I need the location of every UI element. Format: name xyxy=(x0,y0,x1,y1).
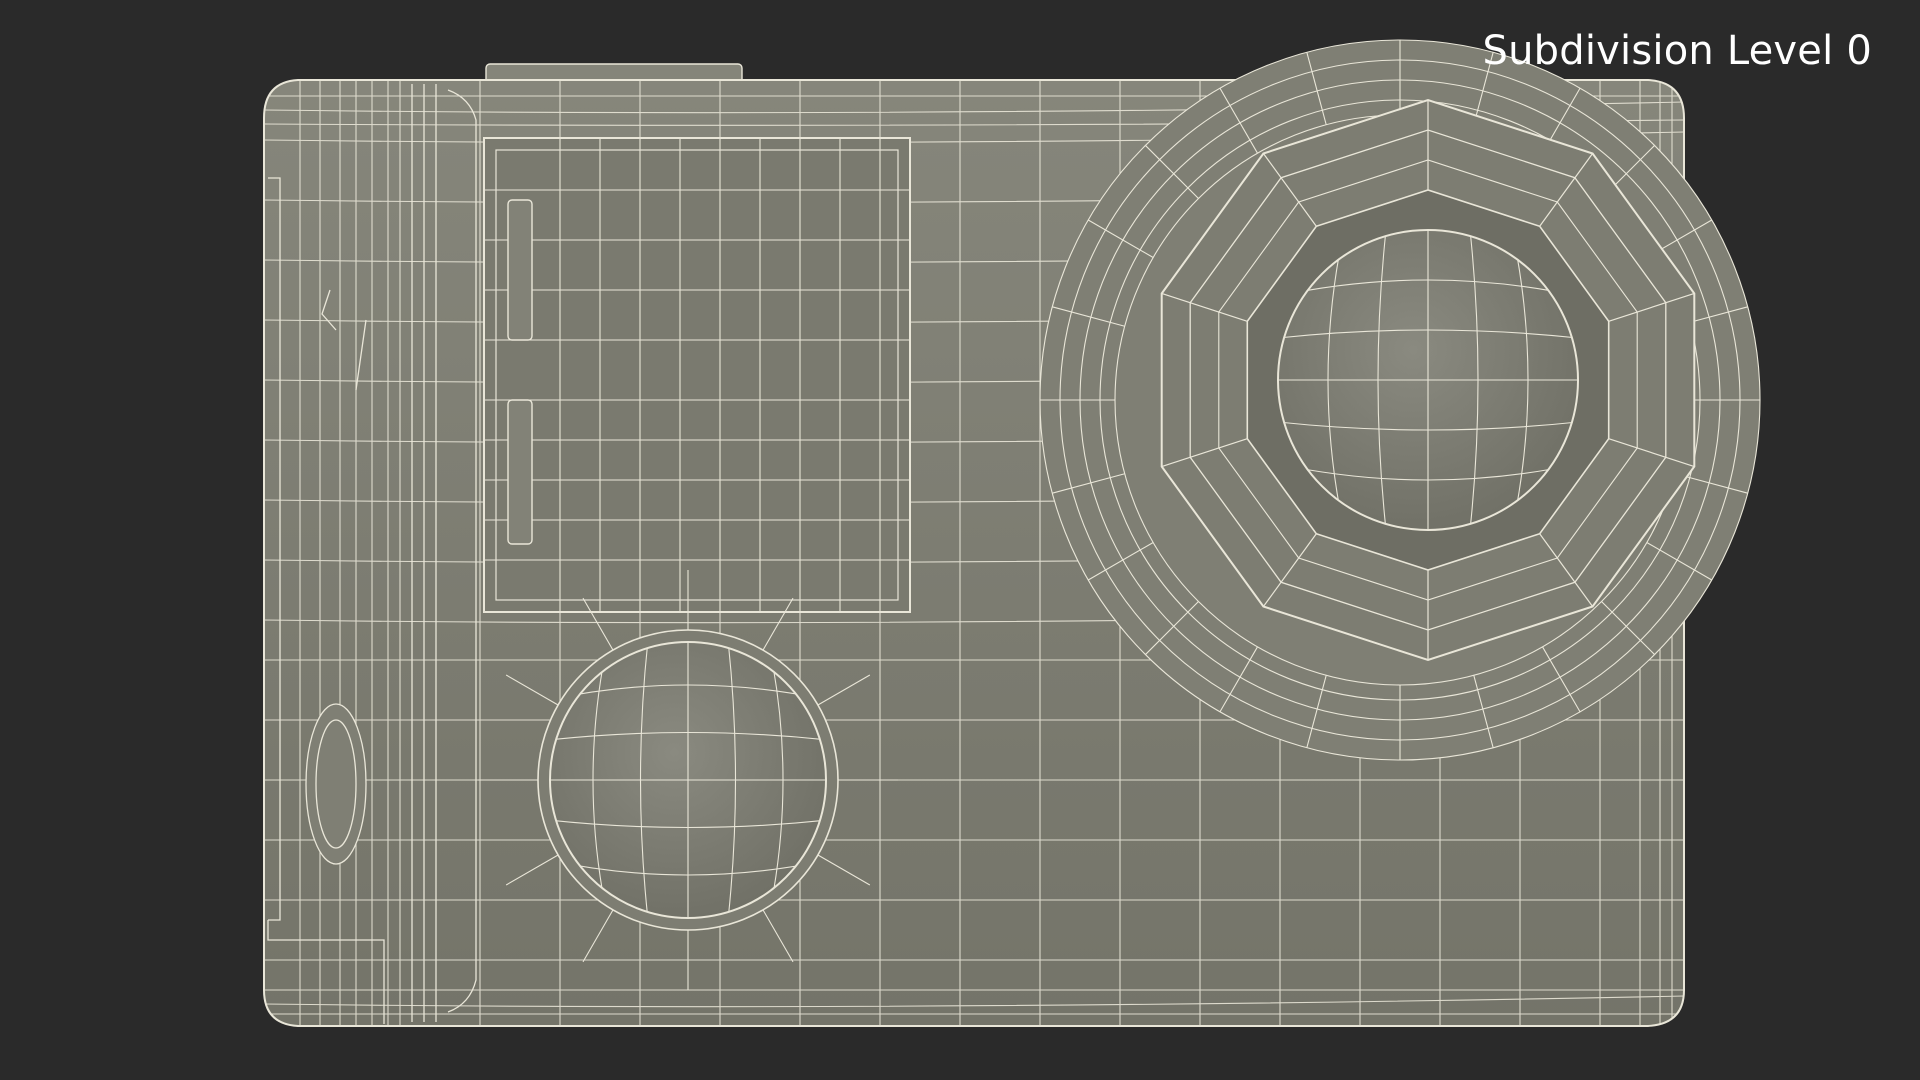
camera-wireframe-render xyxy=(263,39,1761,1027)
status-led-lower xyxy=(507,399,533,545)
lens-assembly xyxy=(1039,39,1761,761)
render-viewport: Subdivision Level 0 xyxy=(0,0,1920,1080)
status-led-upper xyxy=(507,199,533,341)
subdivision-level-label: Subdivision Level 0 xyxy=(1482,28,1872,74)
lcd-screen xyxy=(483,137,911,613)
side-port xyxy=(305,703,367,865)
